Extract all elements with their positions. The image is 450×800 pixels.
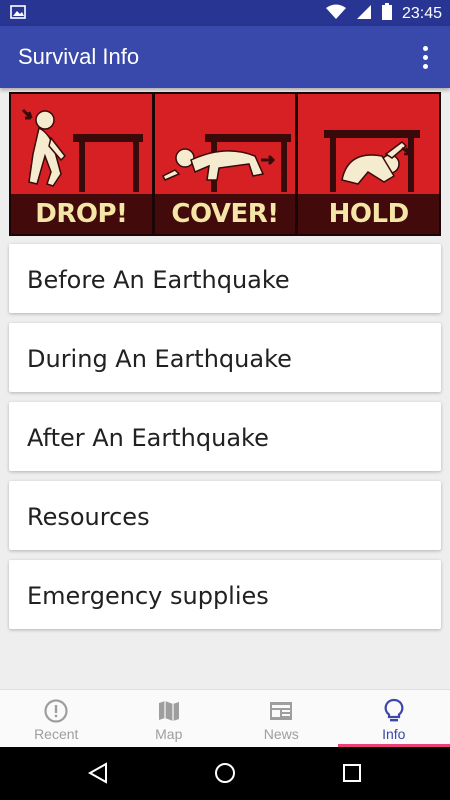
clock: 23:45: [401, 5, 442, 22]
battery-icon: [381, 3, 392, 25]
list-item-label: During An Earthquake: [27, 345, 292, 373]
list-item-after-earthquake[interactable]: After An Earthquake: [9, 402, 441, 471]
image-icon: [10, 5, 26, 24]
banner-caption: DROP!: [11, 194, 152, 234]
list-item-label: Before An Earthquake: [27, 266, 290, 294]
person-crawling-illustration: [161, 134, 291, 192]
nav-label: Info: [382, 726, 406, 742]
app-bar: Survival Info: [0, 26, 450, 88]
list-item-during-earthquake[interactable]: During An Earthquake: [9, 323, 441, 392]
app-title: Survival Info: [18, 44, 140, 69]
list-item-label: After An Earthquake: [27, 424, 269, 452]
recents-icon[interactable]: [340, 761, 364, 785]
list-item-before-earthquake[interactable]: Before An Earthquake: [9, 244, 441, 313]
map-icon: [156, 698, 182, 729]
person-dropping-illustration: [21, 108, 143, 192]
nav-label: Recent: [34, 726, 79, 742]
system-navigation-bar: [0, 747, 450, 800]
info-list: Before An Earthquake During An Earthquak…: [9, 244, 441, 639]
banner-panel-hold-on: HOLD ON!: [298, 94, 440, 234]
alert-circle-icon: [43, 698, 69, 729]
home-icon[interactable]: [213, 761, 237, 785]
person-holding-illustration: [324, 130, 421, 192]
list-item-resources[interactable]: Resources: [9, 481, 441, 550]
banner-panel-cover: COVER!: [154, 94, 296, 234]
nav-item-news[interactable]: News: [225, 690, 338, 747]
status-bar: 23:45: [0, 0, 450, 26]
nav-item-map[interactable]: Map: [113, 690, 226, 747]
wifi-icon: [325, 4, 346, 25]
list-item-label: Emergency supplies: [27, 582, 269, 610]
banner-panel-drop: DROP!: [11, 94, 152, 234]
nav-label: News: [263, 726, 299, 742]
newspaper-icon: [268, 698, 294, 729]
bottom-navigation: Recent Map News Info: [0, 689, 450, 747]
drop-cover-hold-banner: DROP! COVER! HOLD ON!: [9, 92, 441, 236]
more-vert-icon[interactable]: [410, 42, 440, 72]
nav-label: Map: [155, 726, 183, 742]
banner-caption: COVER!: [154, 194, 296, 234]
list-item-label: Resources: [27, 503, 150, 531]
signal-icon: [356, 4, 372, 25]
banner-caption: HOLD ON!: [298, 194, 440, 234]
lightbulb-icon: [381, 698, 407, 729]
back-icon[interactable]: [86, 761, 110, 785]
list-item-emergency-supplies[interactable]: Emergency supplies: [9, 560, 441, 629]
nav-item-recent[interactable]: Recent: [0, 690, 113, 747]
nav-item-info[interactable]: Info: [337, 690, 450, 747]
